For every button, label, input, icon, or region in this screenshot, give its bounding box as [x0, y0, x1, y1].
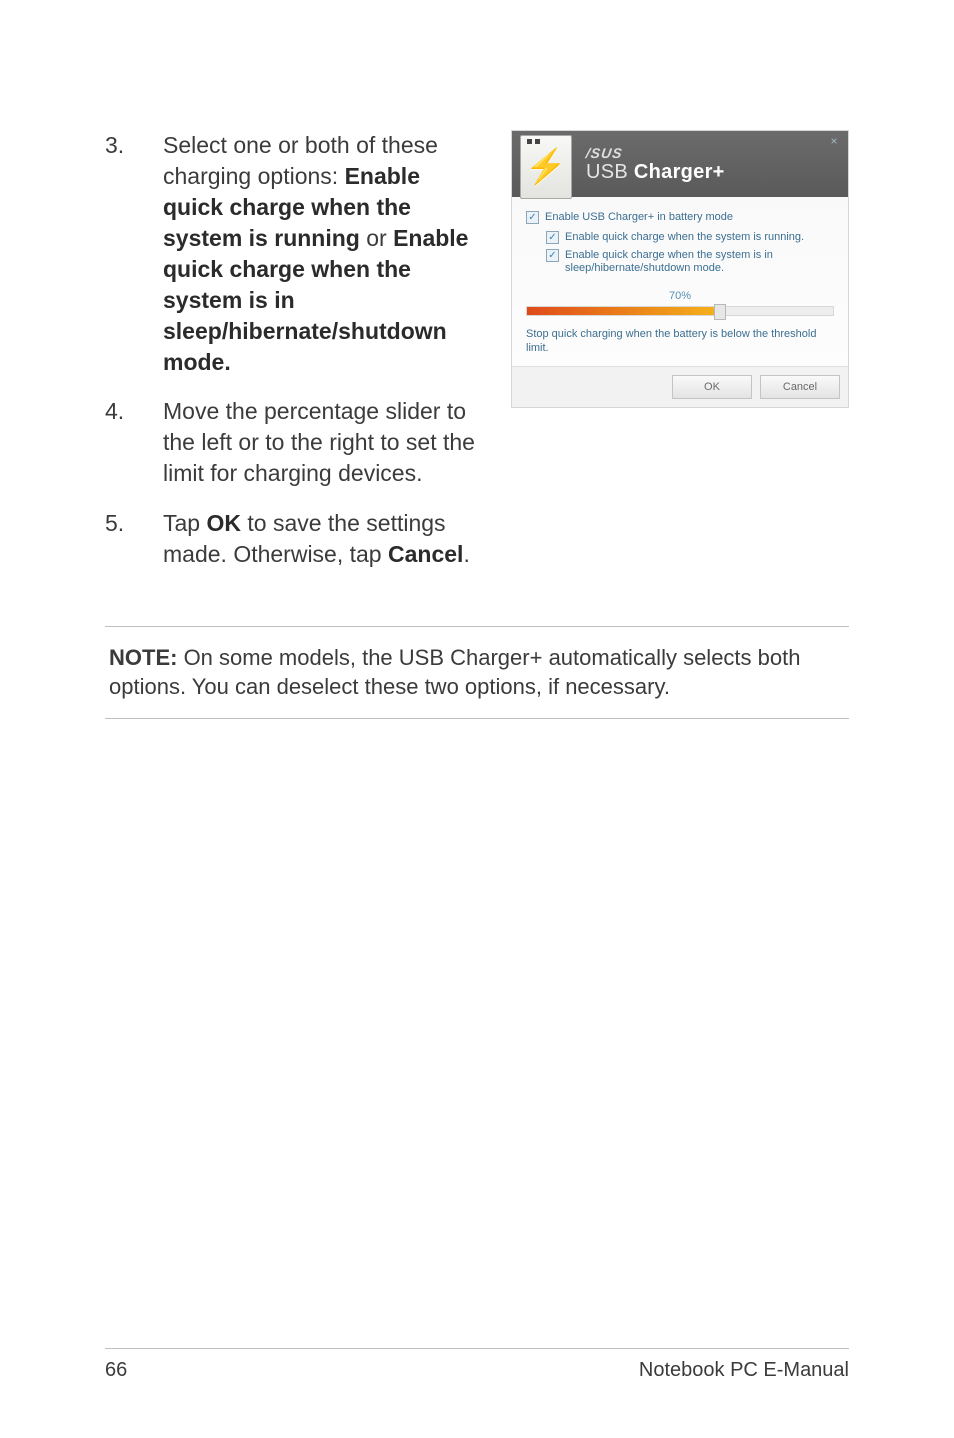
instruction-list: 3. Select one or both of these charging … [105, 130, 483, 570]
slider-fill [527, 307, 720, 315]
step-3: 3. Select one or both of these charging … [105, 130, 483, 378]
slider-caption: Stop quick charging when the battery is … [526, 328, 834, 356]
checkbox-row-sub1[interactable]: ✓ Enable quick charge when the system is… [546, 231, 834, 245]
note-text: On some models, the USB Charger+ automat… [109, 645, 800, 700]
checkbox-label: Enable quick charge when the system is r… [565, 231, 804, 245]
checkbox-icon[interactable]: ✓ [546, 231, 559, 244]
checkbox-label: Enable quick charge when the system is i… [565, 249, 834, 277]
usb-charger-dialog: ⚡ /SUS USB Charger+ × ✓ Enable USB Charg… [511, 130, 849, 408]
title-part: USB [586, 161, 634, 183]
instructions-column: 3. Select one or both of these charging … [105, 130, 483, 588]
slider-thumb[interactable] [714, 304, 726, 320]
step-bold: OK [206, 510, 241, 536]
note-block: NOTE: On some models, the USB Charger+ a… [105, 626, 849, 719]
checkbox-row-main[interactable]: ✓ Enable USB Charger+ in battery mode [526, 211, 834, 225]
ok-button[interactable]: OK [672, 375, 752, 399]
checkbox-label: Enable USB Charger+ in battery mode [545, 211, 733, 225]
manual-page: 3. Select one or both of these charging … [0, 0, 954, 1438]
step-text: Move the percentage slider to the left o… [163, 398, 475, 486]
step-number: 3. [105, 130, 163, 378]
dialog-header: ⚡ /SUS USB Charger+ × [512, 131, 848, 197]
page-number: 66 [105, 1359, 127, 1382]
title-part: Charger+ [634, 161, 725, 183]
close-icon[interactable]: × [826, 133, 842, 149]
page-footer: 66 Notebook PC E-Manual [105, 1348, 849, 1382]
dialog-badge: ⚡ [520, 135, 572, 199]
screenshot-column: ⚡ /SUS USB Charger+ × ✓ Enable USB Charg… [511, 130, 849, 408]
step-body: Select one or both of these charging opt… [163, 130, 483, 378]
slider-percentage: 70% [526, 290, 834, 302]
step-text: Tap [163, 510, 206, 536]
step-4: 4. Move the percentage slider to the lef… [105, 396, 483, 489]
note-label: NOTE: [109, 645, 177, 670]
content-row: 3. Select one or both of these charging … [105, 130, 849, 588]
step-bold: Cancel [388, 541, 463, 567]
bolt-icon: ⚡ [525, 147, 567, 187]
step-text: or [360, 225, 393, 251]
badge-dots-icon [527, 139, 540, 144]
dialog-body: ✓ Enable USB Charger+ in battery mode ✓ … [512, 197, 848, 366]
doc-title: Notebook PC E-Manual [639, 1359, 849, 1382]
dialog-title: USB Charger+ [586, 161, 725, 184]
checkbox-row-sub2[interactable]: ✓ Enable quick charge when the system is… [546, 249, 834, 277]
step-number: 5. [105, 508, 163, 570]
slider-area: 70% [526, 290, 834, 316]
checkbox-icon[interactable]: ✓ [546, 249, 559, 262]
brand-logo: /SUS [585, 145, 726, 161]
cancel-button[interactable]: Cancel [760, 375, 840, 399]
slider-track[interactable] [526, 306, 834, 316]
step-number: 4. [105, 396, 163, 489]
step-5: 5. Tap OK to save the settings made. Oth… [105, 508, 483, 570]
step-text: . [463, 541, 469, 567]
checkbox-icon[interactable]: ✓ [526, 211, 539, 224]
step-body: Move the percentage slider to the left o… [163, 396, 483, 489]
dialog-title-block: /SUS USB Charger+ [586, 145, 725, 184]
dialog-footer: OK Cancel [512, 366, 848, 407]
step-body: Tap OK to save the settings made. Otherw… [163, 508, 483, 570]
